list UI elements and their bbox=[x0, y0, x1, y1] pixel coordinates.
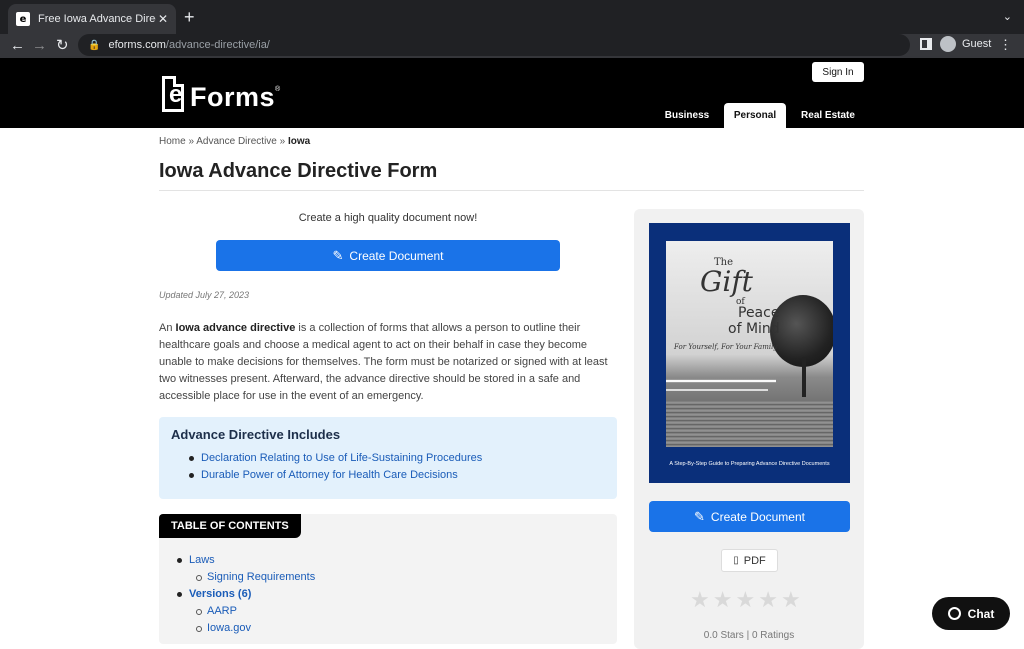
chat-button[interactable]: Chat bbox=[932, 597, 1010, 630]
new-tab-icon[interactable]: + bbox=[184, 8, 195, 26]
chat-label: Chat bbox=[967, 606, 995, 621]
toc-item-laws[interactable]: Laws bbox=[177, 552, 315, 569]
star-icon[interactable]: ★ bbox=[713, 589, 733, 611]
pdf-button[interactable]: ▯ PDF bbox=[721, 549, 778, 572]
url-host: eforms.com bbox=[108, 39, 166, 51]
eforms-favicon-icon: e bbox=[16, 12, 30, 26]
book-title-mind: of Mind bbox=[728, 321, 780, 337]
sidebar-create-document-button[interactable]: ✎ Create Document bbox=[649, 501, 850, 532]
profile-label: Guest bbox=[962, 38, 992, 50]
side-panel-icon[interactable] bbox=[920, 38, 932, 50]
star-icon[interactable]: ★ bbox=[690, 589, 710, 611]
toc-item-iowa-gov[interactable]: Iowa.gov bbox=[177, 620, 315, 637]
eforms-logo[interactable]: e Forms ® bbox=[162, 76, 280, 112]
includes-box: Advance Directive Includes Declaration R… bbox=[159, 417, 617, 499]
pencil-icon: ✎ bbox=[332, 247, 344, 263]
book-caption: A Step-By-Step Guide to Preparing Advanc… bbox=[669, 461, 830, 467]
browser-tab-bar: e Free Iowa Advance Directive F ✕ + ⌄ bbox=[0, 0, 1024, 34]
create-document-button[interactable]: ✎ Create Document bbox=[216, 240, 560, 271]
divider bbox=[159, 190, 864, 191]
book-photo: The Gift of Peace of Mind For Yourself, … bbox=[666, 241, 833, 447]
book-cover-image[interactable]: The Gift of Peace of Mind For Yourself, … bbox=[649, 223, 850, 483]
includes-item-power-of-attorney[interactable]: Durable Power of Attorney for Health Car… bbox=[189, 467, 605, 484]
chevron-down-icon[interactable]: ⌄ bbox=[1003, 10, 1012, 23]
reload-icon[interactable]: ↻ bbox=[56, 37, 69, 55]
address-bar[interactable]: 🔒 eforms.com/advance-directive/ia/ bbox=[78, 34, 910, 56]
breadcrumb-advance-directive[interactable]: Advance Directive bbox=[196, 136, 277, 147]
more-menu-icon[interactable]: ⋮ bbox=[999, 37, 1012, 53]
water-graphic bbox=[666, 401, 833, 447]
book-tagline: For Yourself, For Your Family bbox=[674, 343, 778, 351]
url-path: /advance-directive/ia/ bbox=[165, 39, 270, 51]
sign-in-button[interactable]: Sign In bbox=[812, 62, 864, 82]
table-of-contents: TABLE OF CONTENTS Laws Signing Requireme… bbox=[159, 514, 617, 644]
breadcrumb-separator: » bbox=[188, 136, 195, 147]
forward-arrow-icon[interactable]: → bbox=[32, 37, 47, 55]
breadcrumb-current: Iowa bbox=[287, 136, 311, 147]
pdf-label: PDF bbox=[743, 554, 766, 567]
intro-bold: Iowa advance directive bbox=[175, 322, 296, 334]
book-title-gift: Gift bbox=[700, 265, 753, 298]
browser-tab[interactable]: e Free Iowa Advance Directive F ✕ bbox=[8, 4, 176, 34]
intro-prefix: An bbox=[159, 322, 176, 334]
dock-shadow-graphic bbox=[666, 389, 768, 391]
breadcrumb: Home » Advance Directive » Iowa bbox=[159, 136, 310, 147]
logo-e: e bbox=[169, 81, 183, 108]
cta-text: Create a high quality document now! bbox=[298, 212, 478, 224]
updated-date: Updated July 27, 2023 bbox=[159, 290, 250, 300]
avatar-icon bbox=[940, 36, 956, 52]
lock-icon: 🔒 bbox=[88, 39, 101, 51]
toc-label: TABLE OF CONTENTS bbox=[159, 514, 301, 538]
breadcrumb-separator: » bbox=[279, 136, 286, 147]
tree-trunk-graphic bbox=[802, 357, 806, 397]
book-title-peace: Peace bbox=[738, 305, 780, 321]
dock-graphic bbox=[666, 379, 776, 383]
toc-item-versions[interactable]: Versions (6) bbox=[177, 586, 315, 603]
tab-real-estate[interactable]: Real Estate bbox=[792, 103, 864, 128]
profile-button[interactable]: Guest bbox=[940, 36, 991, 52]
close-icon[interactable]: ✕ bbox=[158, 12, 168, 26]
star-icon[interactable]: ★ bbox=[781, 589, 801, 611]
tab-business[interactable]: Business bbox=[656, 103, 718, 128]
tab-personal[interactable]: Personal bbox=[724, 103, 786, 128]
includes-title: Advance Directive Includes bbox=[171, 427, 341, 442]
toc-item-aarp[interactable]: AARP bbox=[177, 603, 315, 620]
create-document-label: Create Document bbox=[349, 248, 444, 263]
sidebar-create-document-label: Create Document bbox=[710, 509, 805, 524]
star-icon[interactable]: ★ bbox=[758, 589, 778, 611]
intro-paragraph: An Iowa advance directive is a collectio… bbox=[159, 320, 621, 405]
pencil-icon: ✎ bbox=[694, 508, 705, 524]
includes-item-declaration[interactable]: Declaration Relating to Use of Life-Sust… bbox=[189, 450, 605, 467]
breadcrumb-home[interactable]: Home bbox=[159, 136, 186, 147]
rating-summary: 0.0 Stars | 0 Ratings bbox=[703, 630, 795, 641]
includes-list: Declaration Relating to Use of Life-Sust… bbox=[189, 450, 605, 484]
pdf-file-icon: ▯ bbox=[733, 555, 739, 566]
intro-rest: is a collection of forms that allows a p… bbox=[159, 322, 608, 402]
toc-item-signing-requirements[interactable]: Signing Requirements bbox=[177, 569, 315, 586]
toc-list: Laws Signing Requirements Versions (6) A… bbox=[177, 552, 315, 637]
chat-bubble-icon bbox=[947, 607, 961, 620]
tab-title: Free Iowa Advance Directive F bbox=[38, 13, 156, 25]
browser-toolbar: ← → ↻ 🔒 eforms.com/advance-directive/ia/… bbox=[0, 34, 1024, 58]
star-icon[interactable]: ★ bbox=[735, 589, 755, 611]
site-header: Sign In e Forms ® Business Personal Real… bbox=[0, 58, 1024, 128]
page-title: Iowa Advance Directive Form bbox=[159, 160, 438, 182]
back-arrow-icon[interactable]: ← bbox=[10, 37, 25, 55]
logo-registered: ® bbox=[275, 86, 281, 93]
document-icon: e bbox=[162, 76, 184, 112]
star-rating[interactable]: ★ ★ ★ ★ ★ bbox=[690, 589, 804, 611]
logo-text: Forms bbox=[190, 82, 276, 112]
